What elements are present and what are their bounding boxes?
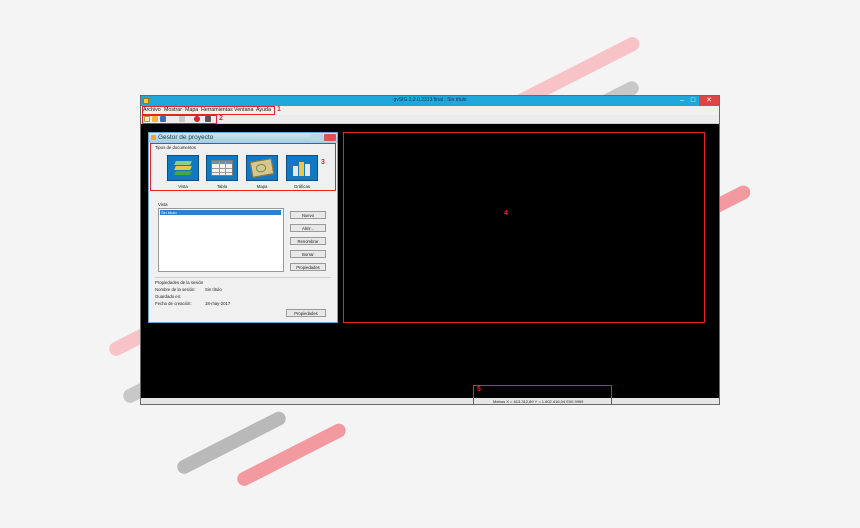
- status-bar: Metros X = 613.312,89 Y = 1.602.416,04 E…: [141, 398, 719, 404]
- annotation-box-menu: [142, 106, 275, 115]
- project-manager-title: Gestor de proyecto: [158, 134, 214, 141]
- gvsig-application-window: gvSIG 2.2.0.2313 final : Sin título – □ …: [140, 95, 720, 405]
- borrar-button[interactable]: Borrar: [290, 250, 326, 258]
- maximize-button[interactable]: □: [688, 96, 698, 106]
- close-button[interactable]: ✕: [699, 96, 719, 106]
- window-title: gvSIG 2.2.0.2313 final : Sin título: [393, 97, 467, 103]
- propiedades-button[interactable]: Propiedades: [290, 263, 326, 271]
- annotation-box-workspace: [343, 132, 705, 323]
- creation-date-value: 18-may-2017: [205, 301, 231, 306]
- annotation-marker-5: 5: [477, 386, 481, 393]
- title-bar[interactable]: gvSIG 2.2.0.2313 final : Sin título – □ …: [141, 96, 719, 106]
- abrir-button[interactable]: Abrir...: [290, 224, 326, 232]
- annotation-box-doc-types: [150, 143, 336, 191]
- saved-in-label: Guardado en:: [155, 294, 182, 299]
- separator: [155, 277, 331, 278]
- session-properties-heading: Propiedades de la sesión: [155, 280, 204, 285]
- annotation-box-toolbar: [142, 115, 217, 124]
- project-manager-title-bar[interactable]: Gestor de proyecto: [149, 133, 337, 143]
- toolbar: [141, 115, 719, 124]
- minimize-button[interactable]: –: [677, 96, 687, 106]
- annotation-marker-3: 3: [321, 159, 325, 166]
- session-name-label: Nombre de la sesión:: [155, 287, 196, 292]
- list-item[interactable]: Sin título: [160, 210, 281, 215]
- renombrar-button[interactable]: Renombrar: [290, 237, 326, 245]
- annotation-box-status: [473, 385, 612, 404]
- annotation-marker-4: 4: [504, 210, 508, 217]
- annotation-marker-2: 2: [219, 115, 223, 122]
- session-name-value: Sin título: [205, 287, 222, 292]
- project-manager-minimize-button[interactable]: [311, 134, 323, 141]
- project-manager-close-button[interactable]: [324, 134, 336, 141]
- documents-list-label: Vista: [158, 202, 168, 207]
- annotation-marker-1: 1: [277, 106, 281, 113]
- creation-date-label: Fecha de creación:: [155, 301, 192, 306]
- nuevo-button[interactable]: Nuevo: [290, 211, 326, 219]
- documents-list[interactable]: Sin título: [158, 208, 284, 272]
- session-properties-button[interactable]: Propiedades: [286, 309, 326, 317]
- project-manager-window: Gestor de proyecto Tipos de documentos V…: [148, 132, 338, 323]
- project-manager-icon: [151, 135, 156, 140]
